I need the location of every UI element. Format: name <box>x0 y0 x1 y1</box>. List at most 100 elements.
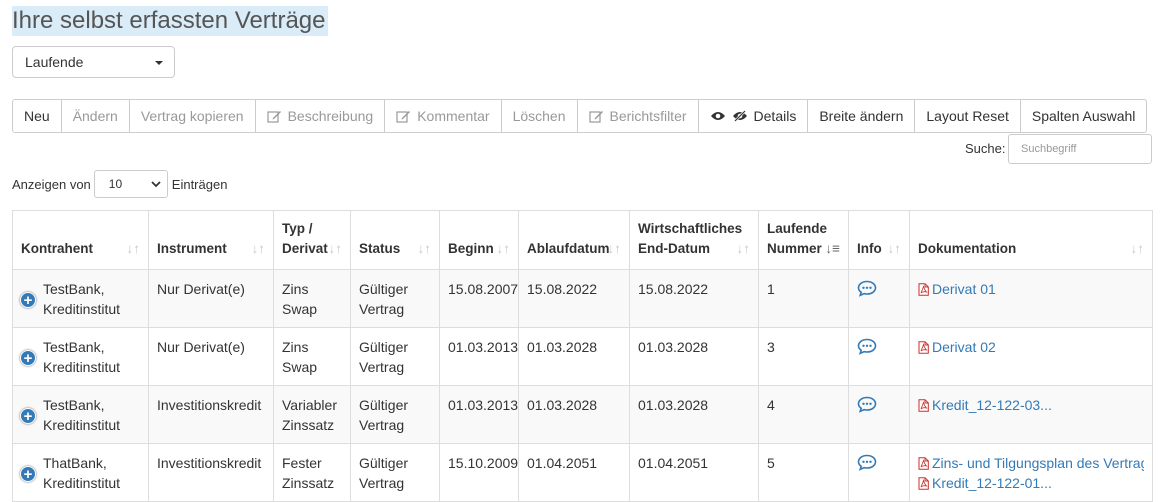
cell-info <box>848 269 910 328</box>
cell-beginn: 15.08.2007 <box>439 269 519 328</box>
status-text: Vertrag <box>359 301 405 317</box>
table-row[interactable]: + TestBank, Kreditinstitut Nur Derivat(e) Zi… <box>12 327 1153 386</box>
eye-slash-icon <box>732 110 747 122</box>
col-header-label: Instrument <box>157 241 227 256</box>
column-selection-button[interactable]: Spalten Auswahl <box>1019 99 1148 133</box>
expand-row-icon[interactable]: + <box>20 292 36 308</box>
col-header-beginn[interactable]: Beginn ↓↑ <box>439 210 519 270</box>
cell-beginn: 01.03.2013 <box>439 327 519 386</box>
sort-icon: ↓↑ <box>887 241 902 256</box>
col-header-label: Laufende <box>767 221 828 236</box>
cell-end-datum: 01.03.2028 <box>629 327 759 386</box>
report-filter-label: Berichtsfilter <box>609 108 687 124</box>
copy-contract-button[interactable]: Vertrag kopieren <box>128 99 256 133</box>
edit-button[interactable]: Ändern <box>60 99 130 133</box>
chevron-down-icon <box>151 181 161 188</box>
status-text: Gültiger <box>359 281 409 297</box>
cell-beginn: 01.03.2013 <box>439 385 519 444</box>
delete-button[interactable]: Löschen <box>500 99 578 133</box>
kontrahent-text: Kreditinstitut <box>43 417 121 433</box>
pdf-icon <box>918 398 929 412</box>
document-link[interactable]: Derivat 02 <box>918 337 1144 357</box>
comment-icon[interactable] <box>857 338 877 355</box>
page-length-select[interactable]: 10 <box>93 170 168 198</box>
pdf-icon <box>918 282 929 296</box>
search-input[interactable] <box>1008 134 1152 164</box>
cell-status: Gültiger Vertrag <box>350 443 440 502</box>
search-label: Suche: <box>965 141 1006 156</box>
comment-button[interactable]: Kommentar <box>384 99 502 133</box>
document-link[interactable]: Kredit_12-122-03... <box>918 395 1144 415</box>
page-length-control: Anzeigen von 10 Einträgen <box>12 170 227 198</box>
col-header-typ[interactable]: Typ / Derivat ↓↑ <box>273 210 351 270</box>
comment-icon[interactable] <box>857 280 877 297</box>
cell-laufende-nummer: 3 <box>758 327 849 386</box>
edit-button-label: Ändern <box>72 108 118 124</box>
instrument-text: Nur Derivat(e) <box>157 281 245 297</box>
change-width-button[interactable]: Breite ändern <box>807 99 916 133</box>
layout-reset-label: Layout Reset <box>926 108 1009 124</box>
cell-dokumentation: Derivat 01 <box>909 269 1153 328</box>
col-header-dokumentation[interactable]: Dokumentation ↓↑ <box>909 210 1153 270</box>
change-width-label: Breite ändern <box>819 108 904 124</box>
nummer-text: 5 <box>767 455 775 471</box>
details-button[interactable]: Details <box>697 99 809 133</box>
cell-dokumentation: Kredit_12-122-03... <box>909 385 1153 444</box>
cell-instrument: Investitionskredit <box>148 385 274 444</box>
document-link-label: Derivat 02 <box>932 339 996 355</box>
kontrahent-text: TestBank, <box>43 397 105 413</box>
end-datum-text: 01.04.2051 <box>638 455 709 471</box>
cell-status: Gültiger Vertrag <box>350 327 440 386</box>
layout-reset-button[interactable]: Layout Reset <box>914 99 1021 133</box>
expand-row-icon[interactable]: + <box>20 408 36 424</box>
col-header-label: Wirtschaftliches <box>638 221 743 236</box>
cell-instrument: Nur Derivat(e) <box>148 269 274 328</box>
contract-filter-select[interactable]: Laufende <box>12 46 175 78</box>
cell-ablaufdatum: 01.04.2051 <box>518 443 630 502</box>
new-button[interactable]: Neu <box>12 99 62 133</box>
col-header-ablaufdatum[interactable]: Ablaufdatum ↓↑ <box>518 210 630 270</box>
beginn-text: 01.03.2013 <box>448 397 519 413</box>
cell-typ: Variabler Zinssatz <box>273 385 351 444</box>
kontrahent-text: Kreditinstitut <box>43 301 121 317</box>
description-button[interactable]: Beschreibung <box>254 99 386 133</box>
cell-kontrahent: + TestBank, Kreditinstitut <box>12 327 149 386</box>
cell-laufende-nummer: 4 <box>758 385 849 444</box>
cell-beginn: 15.10.2009 <box>439 443 519 502</box>
document-link-label: Kredit_12-122-01... <box>932 475 1052 491</box>
typ-text: Fester <box>282 455 322 471</box>
report-filter-button[interactable]: Berichtsfilter <box>576 99 699 133</box>
expand-row-icon[interactable]: + <box>20 466 36 482</box>
instrument-text: Investitionskredit <box>157 455 262 471</box>
col-header-laufende-nummer[interactable]: Laufende Nummer ↓≡ <box>758 210 849 270</box>
col-header-info[interactable]: Info ↓↑ <box>848 210 910 270</box>
col-header-label: Nummer <box>767 241 822 256</box>
col-header-kontrahent[interactable]: Kontrahent ↓↑ <box>12 210 149 270</box>
nummer-text: 4 <box>767 397 775 413</box>
document-link[interactable]: Derivat 01 <box>918 279 1144 299</box>
document-link-label: Zins- und Tilgungsplan des Vertrags... <box>932 455 1144 471</box>
document-link[interactable]: Kredit_12-122-01... <box>918 473 1144 493</box>
col-header-status[interactable]: Status ↓↑ <box>350 210 440 270</box>
col-header-instrument[interactable]: Instrument ↓↑ <box>148 210 274 270</box>
table-header-row: Kontrahent ↓↑ Instrument ↓↑ Typ / Derivat ↓↑… <box>12 210 1153 270</box>
document-link[interactable]: Zins- und Tilgungsplan des Vertrags... <box>918 453 1144 473</box>
description-label: Beschreibung <box>287 108 374 124</box>
table-row[interactable]: + TestBank, Kreditinstitut Nur Derivat(e) Zi… <box>12 269 1153 328</box>
col-header-label: Dokumentation <box>918 241 1017 256</box>
expand-row-icon[interactable]: + <box>20 350 36 366</box>
instrument-text: Investitionskredit <box>157 397 262 413</box>
sort-icon: ↓↑ <box>607 241 622 256</box>
comment-icon[interactable] <box>857 396 877 413</box>
ablauf-text: 01.03.2028 <box>527 339 598 355</box>
kontrahent-text: ThatBank, <box>43 455 107 471</box>
edit-icon <box>396 111 411 123</box>
page-title: Ihre selbst erfassten Verträge <box>12 6 328 36</box>
table-row[interactable]: + TestBank, Kreditinstitut Investitionskred… <box>12 385 1153 444</box>
comment-icon[interactable] <box>857 454 877 471</box>
delete-label: Löschen <box>512 108 566 124</box>
table-row[interactable]: + ThatBank, Kreditinstitut Investitionskred… <box>12 443 1153 502</box>
page-length-prefix: Anzeigen von <box>12 176 91 192</box>
col-header-end-datum[interactable]: Wirtschaftliches End-Datum ↓↑ <box>629 210 759 270</box>
document-link-label: Derivat 01 <box>932 281 996 297</box>
